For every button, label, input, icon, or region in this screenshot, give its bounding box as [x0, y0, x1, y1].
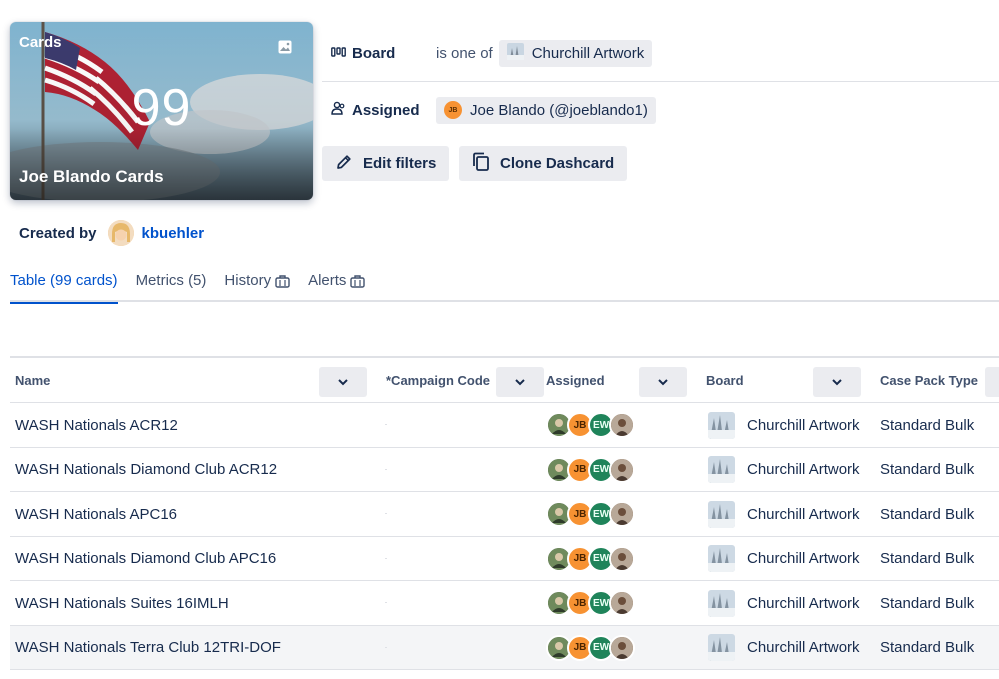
board-cell[interactable]: Churchill Artwork — [708, 492, 860, 536]
card-name[interactable]: WASH Nationals Suites 16IMLH — [15, 581, 229, 625]
campaign-code-cell[interactable] — [385, 646, 387, 648]
table-row[interactable] — [10, 670, 999, 679]
campaign-code-cell[interactable] — [385, 557, 387, 559]
tab-alerts[interactable]: Alerts — [308, 272, 366, 302]
campaign-code-cell[interactable] — [385, 602, 387, 603]
pencil-icon — [335, 153, 353, 175]
tab-history[interactable]: History — [224, 272, 290, 302]
board-thumbnail — [708, 545, 735, 572]
chevron-down-icon — [832, 379, 842, 386]
briefcase-icon — [275, 274, 290, 292]
column-menu-button[interactable] — [319, 367, 367, 397]
board-cell[interactable]: Churchill Artwork — [708, 448, 860, 492]
case-pack-type-cell[interactable]: Standard Bulk — [880, 492, 974, 536]
card-count: 99 — [131, 79, 192, 137]
creator-link[interactable]: kbuehler — [142, 225, 205, 242]
table-row[interactable]: WASH Nationals Diamond Club ACR12 JB EW Chu… — [10, 448, 999, 492]
avatar — [107, 220, 134, 246]
campaign-code-cell[interactable] — [385, 468, 387, 470]
dashcard-title: Joe Blando Cards — [19, 167, 164, 186]
board-cell[interactable]: Churchill Artwork — [708, 581, 860, 625]
column-menu-button[interactable] — [496, 367, 544, 397]
avatar — [609, 412, 635, 438]
column-header-assigned[interactable]: Assigned — [546, 358, 605, 403]
assigned-avatars[interactable]: JB EW — [546, 412, 635, 438]
table-body: WASH Nationals ACR12 JB EW Churchill Artwor… — [10, 403, 999, 679]
avatar — [609, 545, 635, 572]
cards-table: Name *Campaign Code Assigned Board Case … — [10, 356, 999, 679]
avatar: JB — [444, 101, 462, 119]
table-row[interactable]: WASH Nationals ACR12 JB EW Churchill Artwor… — [10, 403, 999, 448]
filter-assigned-row: Assigned JB Joe Blando (@joeblando1) — [322, 82, 999, 138]
table-row[interactable]: WASH Nationals Suites 16IMLH JB EW Churchil… — [10, 581, 999, 626]
case-pack-type-cell[interactable]: Standard Bulk — [880, 448, 974, 492]
table-row[interactable]: WASH Nationals Diamond Club APC16 JB EW Chu… — [10, 537, 999, 581]
column-header-name[interactable]: Name — [15, 358, 50, 403]
card-name[interactable]: WASH Nationals Diamond Club APC16 — [15, 537, 276, 581]
filter-assigned-label: Assigned — [322, 101, 436, 119]
board-thumbnail — [708, 456, 735, 483]
created-by: Created by kbuehler — [19, 220, 204, 246]
dashcard-hero[interactable]: Cards 99 Joe Blando Cards — [10, 22, 313, 200]
card-name[interactable]: WASH Nationals APC16 — [15, 492, 177, 536]
column-menu-button[interactable] — [813, 367, 861, 397]
assigned-avatars[interactable]: JB EW — [546, 590, 635, 616]
card-name[interactable]: WASH Nationals Terra Club 12TRI-DOF — [15, 626, 281, 670]
avatar — [609, 590, 635, 616]
column-header-case-pack-type[interactable]: Case Pack Type — [880, 358, 978, 403]
case-pack-type-cell[interactable]: Standard Bulk — [880, 581, 974, 625]
assigned-avatars[interactable]: JB EW — [546, 634, 635, 661]
board-thumbnail — [708, 589, 735, 617]
assigned-avatars[interactable]: JB EW — [546, 501, 635, 527]
board-thumbnail — [708, 500, 735, 528]
hero-label: Cards — [19, 34, 62, 51]
board-chip[interactable]: Churchill Artwork — [498, 40, 653, 67]
column-menu-button[interactable] — [639, 367, 687, 397]
board-icon — [331, 45, 346, 62]
table-row[interactable]: WASH Nationals Terra Club 12TRI-DOF JB EW C… — [10, 625, 999, 670]
people-icon — [331, 101, 346, 119]
board-cell[interactable]: Churchill Artwork — [708, 403, 860, 447]
board-thumbnail — [708, 411, 735, 439]
avatar — [609, 501, 635, 527]
assigned-avatars[interactable]: JB EW — [546, 545, 635, 572]
clone-dashcard-button[interactable]: Clone Dashcard — [459, 146, 628, 181]
edit-filters-button[interactable]: Edit filters — [322, 146, 450, 181]
board-thumbnail — [506, 43, 524, 64]
campaign-code-cell[interactable] — [385, 513, 387, 514]
chevron-down-icon — [658, 379, 668, 386]
card-name[interactable]: WASH Nationals ACR12 — [15, 403, 178, 447]
filter-board-label: Board — [322, 45, 436, 62]
tab-bar: Table (99 cards) Metrics (5) History Ale… — [10, 272, 999, 304]
briefcase-icon — [350, 274, 366, 292]
campaign-code-cell[interactable] — [385, 424, 387, 425]
avatar — [609, 456, 635, 483]
image-icon[interactable] — [278, 40, 292, 59]
tab-table[interactable]: Table (99 cards) — [10, 272, 118, 304]
case-pack-type-cell[interactable]: Standard Bulk — [880, 626, 974, 670]
filter-board-row: Board is one of Churchill Artwork — [322, 26, 999, 82]
table-row[interactable]: WASH Nationals APC16 JB EW Churchill Artwor… — [10, 492, 999, 537]
board-thumbnail — [708, 634, 735, 661]
chevron-down-icon — [338, 379, 348, 386]
created-by-label: Created by — [19, 224, 97, 242]
case-pack-type-cell[interactable]: Standard Bulk — [880, 403, 974, 447]
assigned-chip[interactable]: JB Joe Blando (@joeblando1) — [436, 96, 656, 124]
column-menu-button[interactable] — [985, 367, 999, 397]
tab-metrics[interactable]: Metrics (5) — [136, 272, 207, 302]
case-pack-type-cell[interactable]: Standard Bulk — [880, 537, 974, 581]
board-cell[interactable]: Churchill Artwork — [708, 537, 860, 581]
copy-icon — [472, 152, 490, 176]
assigned-avatars[interactable]: JB EW — [546, 456, 635, 483]
board-cell[interactable]: Churchill Artwork — [708, 626, 860, 670]
chevron-down-icon — [515, 379, 525, 386]
column-header-board[interactable]: Board — [706, 358, 744, 403]
filter-operator: is one of — [436, 45, 493, 62]
avatar — [609, 634, 635, 661]
card-name[interactable]: WASH Nationals Diamond Club ACR12 — [15, 448, 277, 492]
table-header: Name *Campaign Code Assigned Board Case … — [10, 358, 999, 403]
column-header-campaign-code[interactable]: *Campaign Code — [386, 358, 490, 403]
